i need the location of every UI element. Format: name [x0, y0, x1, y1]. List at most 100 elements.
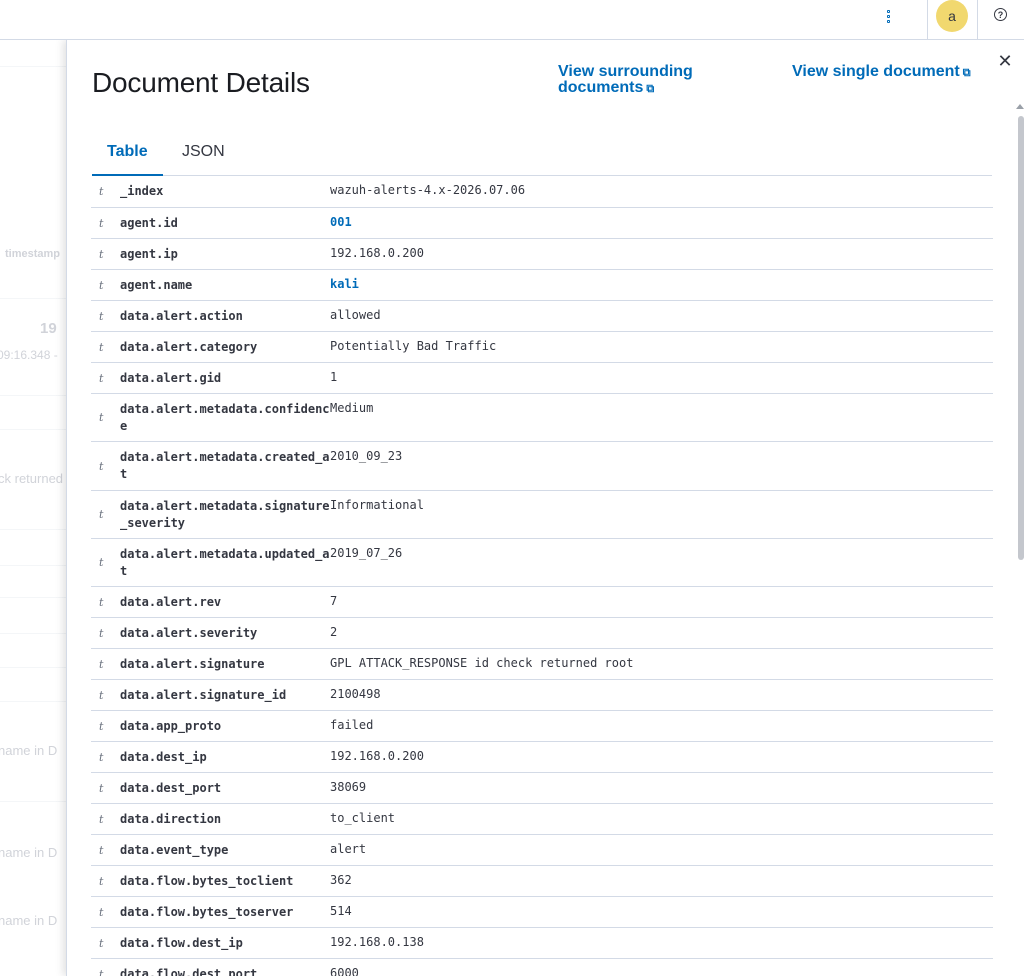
- field-value: 7: [330, 594, 338, 608]
- table-row: t data.flow.dest_ip 192.168.0.138: [91, 928, 993, 959]
- field-name: data.flow.bytes_toserver: [120, 904, 294, 919]
- field-name: data.alert.metadata.updated_at: [120, 546, 330, 578]
- link-label: View surrounding: [558, 63, 693, 80]
- table-row: t _index wazuh-alerts-4.x-2026.07.06: [91, 176, 993, 208]
- field-value: Informational: [330, 498, 424, 512]
- field-value: 362: [330, 873, 352, 887]
- table-row: t data.app_proto failed: [91, 711, 993, 742]
- string-type-icon: t: [99, 508, 104, 521]
- field-value: 1: [330, 370, 338, 384]
- scroll-up-icon[interactable]: [1016, 104, 1024, 109]
- table-row: t data.alert.metadata.updated_at 2019_07_2…: [91, 539, 993, 587]
- field-name: data.app_proto: [120, 718, 222, 733]
- table-row: t data.alert.metadata.created_at 2010_09_2…: [91, 442, 993, 491]
- tab-json[interactable]: JSON: [167, 132, 240, 176]
- tab-bar: Table JSON: [92, 132, 992, 176]
- link-label: View single document: [792, 63, 960, 80]
- document-fields-table: t _index wazuh-alerts-4.x-2026.07.06 t agent…: [91, 176, 993, 976]
- field-name: data.alert.gid: [120, 370, 222, 385]
- table-row: t data.flow.bytes_toserver 514: [91, 897, 993, 928]
- more-options-icon[interactable]: [880, 6, 896, 26]
- string-type-icon: t: [99, 556, 104, 569]
- string-type-icon: t: [99, 216, 104, 230]
- flyout-title: Document Details: [92, 67, 310, 98]
- field-value: 2100498: [330, 687, 381, 701]
- external-link-icon: ⧉: [646, 83, 655, 95]
- table-row: t agent.name kali: [91, 270, 993, 301]
- field-value[interactable]: kali: [330, 270, 359, 293]
- table-row: t data.alert.signature_id 2100498: [91, 680, 993, 711]
- field-value: wazuh-alerts-4.x-2026.07.06: [330, 183, 526, 197]
- field-name: data.alert.action: [120, 308, 243, 323]
- field-name: data.event_type: [120, 842, 229, 857]
- field-value: 192.168.0.138: [330, 935, 424, 949]
- field-name: data.alert.signature_id: [120, 687, 287, 702]
- string-type-icon: t: [99, 874, 104, 888]
- user-avatar[interactable]: a: [936, 0, 968, 32]
- string-type-icon: t: [99, 719, 104, 733]
- string-type-icon: t: [99, 781, 104, 795]
- document-details-flyout: ✕ Document Details View surrounding docu…: [66, 40, 1024, 976]
- field-name: agent.id: [120, 215, 178, 230]
- link-label: documents: [558, 79, 644, 96]
- table-row: t data.alert.category Potentially Bad Traf…: [91, 332, 993, 363]
- field-value: failed: [330, 718, 374, 732]
- field-value: 2019_07_26: [330, 546, 403, 560]
- field-name: _index: [120, 184, 164, 198]
- string-type-icon: t: [99, 812, 104, 826]
- field-value: 2010_09_23: [330, 449, 403, 463]
- table-row: t data.alert.action allowed: [91, 301, 993, 332]
- header-divider: [927, 0, 928, 40]
- table-row: t data.alert.metadata.confidence Medium: [91, 394, 993, 442]
- field-name: agent.name: [120, 277, 193, 292]
- field-name: data.alert.metadata.created_at: [120, 450, 330, 481]
- string-type-icon: t: [99, 459, 104, 473]
- view-surrounding-documents-link[interactable]: View surrounding documents ⧉: [558, 64, 693, 97]
- table-row: t data.alert.rev 7: [91, 587, 993, 618]
- field-value[interactable]: 001: [330, 208, 352, 231]
- string-type-icon: t: [99, 905, 104, 919]
- field-name: data.alert.category: [120, 339, 258, 354]
- table-row: t data.alert.metadata.signature_severity I…: [91, 491, 993, 539]
- view-single-document-link[interactable]: View single document ⧉: [792, 64, 971, 81]
- field-name: data.flow.dest_ip: [120, 935, 243, 950]
- table-row: t data.dest_port 38069: [91, 773, 993, 804]
- string-type-icon: t: [99, 247, 104, 261]
- string-type-icon: t: [99, 967, 104, 976]
- table-row: t data.direction to_client: [91, 804, 993, 835]
- field-name: data.alert.metadata.signature_severity: [120, 498, 330, 530]
- top-header: a ?: [0, 0, 1024, 40]
- table-row: t agent.id 001: [91, 208, 993, 239]
- table-row: t data.alert.severity 2: [91, 618, 993, 649]
- string-type-icon: t: [99, 278, 104, 292]
- field-value: 192.168.0.200: [330, 246, 424, 260]
- field-value: 514: [330, 904, 352, 918]
- close-icon[interactable]: ✕: [993, 49, 1017, 73]
- tab-table[interactable]: Table: [92, 132, 163, 176]
- string-type-icon: t: [99, 657, 104, 671]
- field-name: data.dest_port: [120, 780, 222, 795]
- external-link-icon: ⧉: [962, 67, 971, 79]
- field-name: data.alert.metadata.confidence: [120, 401, 330, 433]
- field-value: Potentially Bad Traffic: [330, 339, 497, 353]
- scrollbar-thumb[interactable]: [1018, 116, 1024, 560]
- field-value: 2: [330, 625, 338, 639]
- string-type-icon: t: [99, 750, 104, 764]
- string-type-icon: t: [99, 688, 104, 702]
- table-row: t data.flow.bytes_toclient 362: [91, 866, 993, 897]
- table-row: t data.alert.signature GPL ATTACK_RESPONSE…: [91, 649, 993, 680]
- table-row: t agent.ip 192.168.0.200: [91, 239, 993, 270]
- string-type-icon: t: [99, 843, 104, 857]
- table-row: t data.flow.dest_port 6000: [91, 959, 993, 976]
- field-value: alert: [330, 842, 367, 856]
- field-name: agent.ip: [120, 246, 178, 261]
- string-type-icon: t: [99, 185, 104, 198]
- header-divider: [977, 0, 978, 40]
- field-value: 192.168.0.200: [330, 749, 424, 763]
- string-type-icon: t: [99, 309, 104, 323]
- field-name: data.dest_ip: [120, 749, 207, 764]
- field-name: data.direction: [120, 811, 222, 826]
- table-row: t data.event_type alert: [91, 835, 993, 866]
- string-type-icon: t: [99, 371, 104, 385]
- help-icon[interactable]: ?: [994, 8, 1007, 21]
